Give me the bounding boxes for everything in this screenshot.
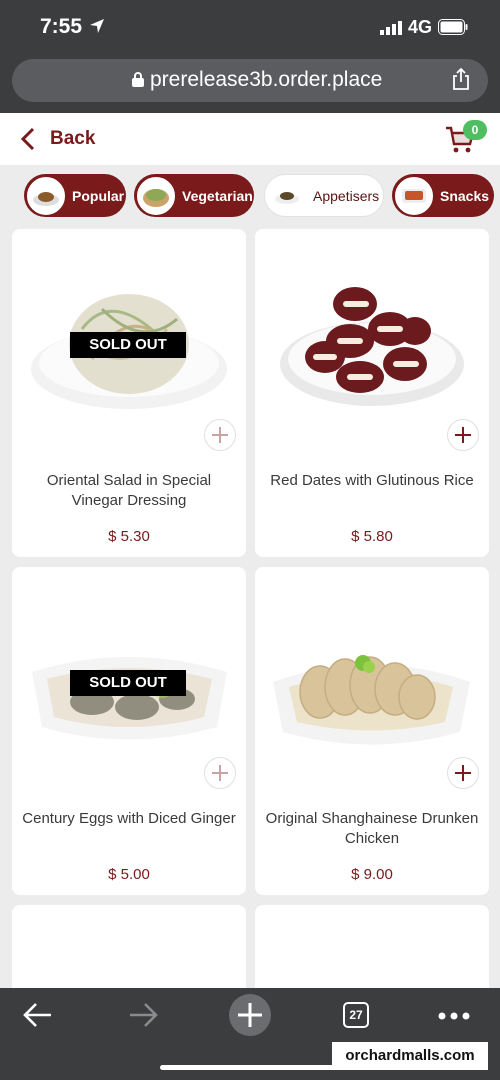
add-to-cart-button[interactable] [204, 757, 236, 789]
share-icon[interactable] [452, 68, 470, 90]
product-name: Oriental Salad in Special Vinegar Dressi… [46, 472, 212, 509]
plus-icon [238, 1003, 262, 1027]
product-price: $ 5.30 [108, 528, 150, 545]
product-name: Original Shanghainese Drunken Chicken [265, 810, 479, 847]
new-tab-button[interactable] [229, 994, 271, 1036]
product-card[interactable] [12, 905, 246, 995]
product-price: $ 5.00 [108, 866, 150, 883]
chevron-left-icon [20, 127, 35, 151]
category-chip-vegetarian[interactable]: Vegetarian [134, 174, 254, 217]
back-button[interactable]: Back [20, 126, 95, 152]
back-label: Back [50, 128, 96, 149]
product-card[interactable]: SOLD OUT Oriental Salad in Special Vineg… [12, 229, 246, 557]
battery-icon [438, 19, 468, 35]
add-to-cart-button[interactable] [447, 757, 479, 789]
category-label: Snacks [440, 187, 490, 204]
location-arrow-icon [90, 19, 104, 33]
category-label: Appetisers [313, 187, 380, 204]
sold-out-badge: SOLD OUT [70, 670, 186, 696]
product-card[interactable]: Red Dates with Glutinous Rice $ 5.80 [255, 229, 489, 557]
more-options-icon[interactable] [438, 1012, 470, 1020]
back-arrow-icon[interactable] [22, 1001, 54, 1029]
product-card[interactable]: Original Shanghainese Drunken Chicken $ … [255, 567, 489, 895]
watermark: orchardmalls.com [332, 1042, 488, 1070]
snacks-food-image [395, 176, 433, 215]
vegetarian-food-image [137, 176, 175, 215]
product-card[interactable] [255, 905, 489, 995]
cart-count-badge: 0 [463, 120, 487, 140]
red-dates-image [280, 287, 464, 406]
drunken-chicken-image [273, 655, 470, 745]
product-name: Red Dates with Glutinous Rice [270, 472, 474, 489]
add-to-cart-button[interactable] [204, 419, 236, 451]
category-label: Vegetarian [182, 187, 253, 204]
home-indicator [160, 1065, 340, 1070]
appetisers-food-image [268, 176, 306, 215]
popular-food-image [27, 176, 65, 215]
sold-out-badge: SOLD OUT [70, 332, 186, 358]
product-price: $ 5.80 [351, 528, 393, 545]
lock-icon [132, 72, 144, 87]
forward-arrow-icon[interactable] [127, 1001, 159, 1029]
signal-icon [380, 21, 402, 35]
product-price: $ 9.00 [351, 866, 393, 883]
category-chip-snacks[interactable]: Snacks [392, 174, 494, 217]
add-to-cart-button[interactable] [447, 419, 479, 451]
category-label: Popular [72, 187, 125, 204]
url-text[interactable]: prerelease3b.order.place [150, 68, 382, 92]
status-time: 7:55 [40, 15, 83, 38]
network-type: 4G [408, 17, 433, 37]
product-name: Century Eggs with Diced Ginger [22, 810, 236, 827]
category-chip-appetisers[interactable]: Appetisers [264, 174, 384, 217]
tabs-button[interactable]: 27 [343, 1002, 369, 1028]
category-chip-popular[interactable]: Popular [24, 174, 126, 217]
product-card[interactable]: SOLD OUT Century Eggs with Diced Ginger … [12, 567, 246, 895]
